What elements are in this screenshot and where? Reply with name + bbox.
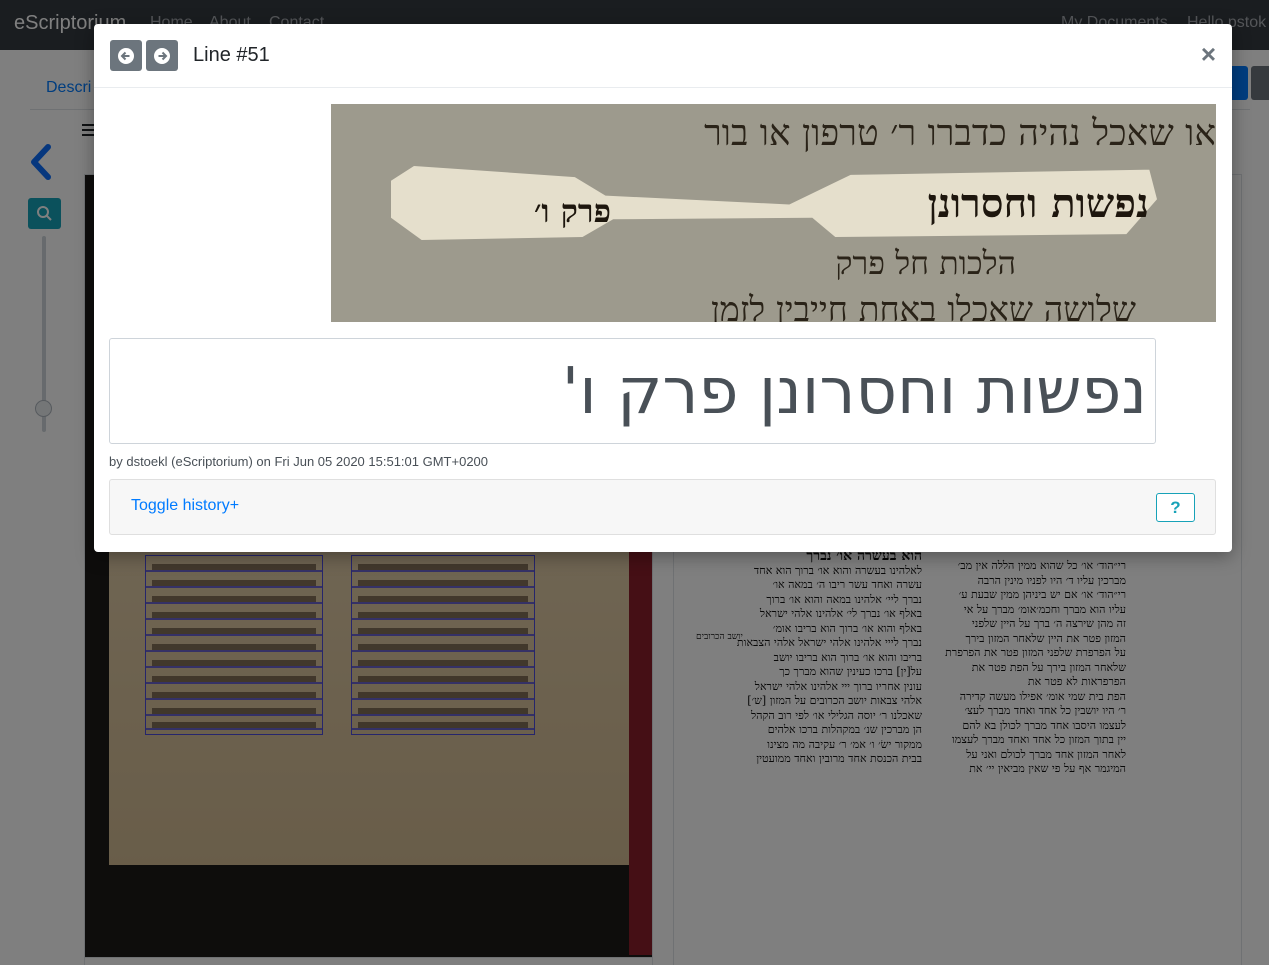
transcription-input-text[interactable]: נפשות וחסרונן פרק ו' xyxy=(562,355,1147,429)
line-image-text-below: הלכות חל פרק xyxy=(835,244,1016,282)
modal-title: Line #51 xyxy=(193,44,270,66)
line-editor-modal: Line #51 × או שאכל נהיה כדברו ר׳ טרפון א… xyxy=(94,24,1232,552)
arrow-circle-right-icon xyxy=(158,51,168,60)
toggle-history-link[interactable]: Toggle history+ xyxy=(131,497,239,515)
line-image-highlight-subtext: פרק ו׳ xyxy=(534,192,611,230)
line-image-text-above: או שאכל נהיה כדברו ר׳ טרפון או בור xyxy=(704,113,1216,154)
history-card: Toggle history+ ? xyxy=(109,479,1216,535)
line-image-highlight-text: נפשות וחסרונן xyxy=(927,180,1149,227)
close-icon[interactable]: × xyxy=(1201,40,1216,68)
arrow-circle-left-icon xyxy=(120,51,130,60)
next-line-button[interactable] xyxy=(146,40,178,71)
help-button[interactable]: ? xyxy=(1156,493,1195,522)
line-image-text-bottom: שלושה שאכלו באחת חייבין לזמן xyxy=(711,290,1136,322)
version-author-info: by dstoekl (eScriptorium) on Fri Jun 05 … xyxy=(109,454,489,469)
previous-line-button[interactable] xyxy=(110,40,142,71)
transcription-input[interactable]: נפשות וחסרונן פרק ו' xyxy=(109,338,1156,444)
modal-header: Line #51 × xyxy=(94,24,1232,88)
line-image-crop[interactable]: או שאכל נהיה כדברו ר׳ טרפון או בור נפשות… xyxy=(331,104,1216,322)
